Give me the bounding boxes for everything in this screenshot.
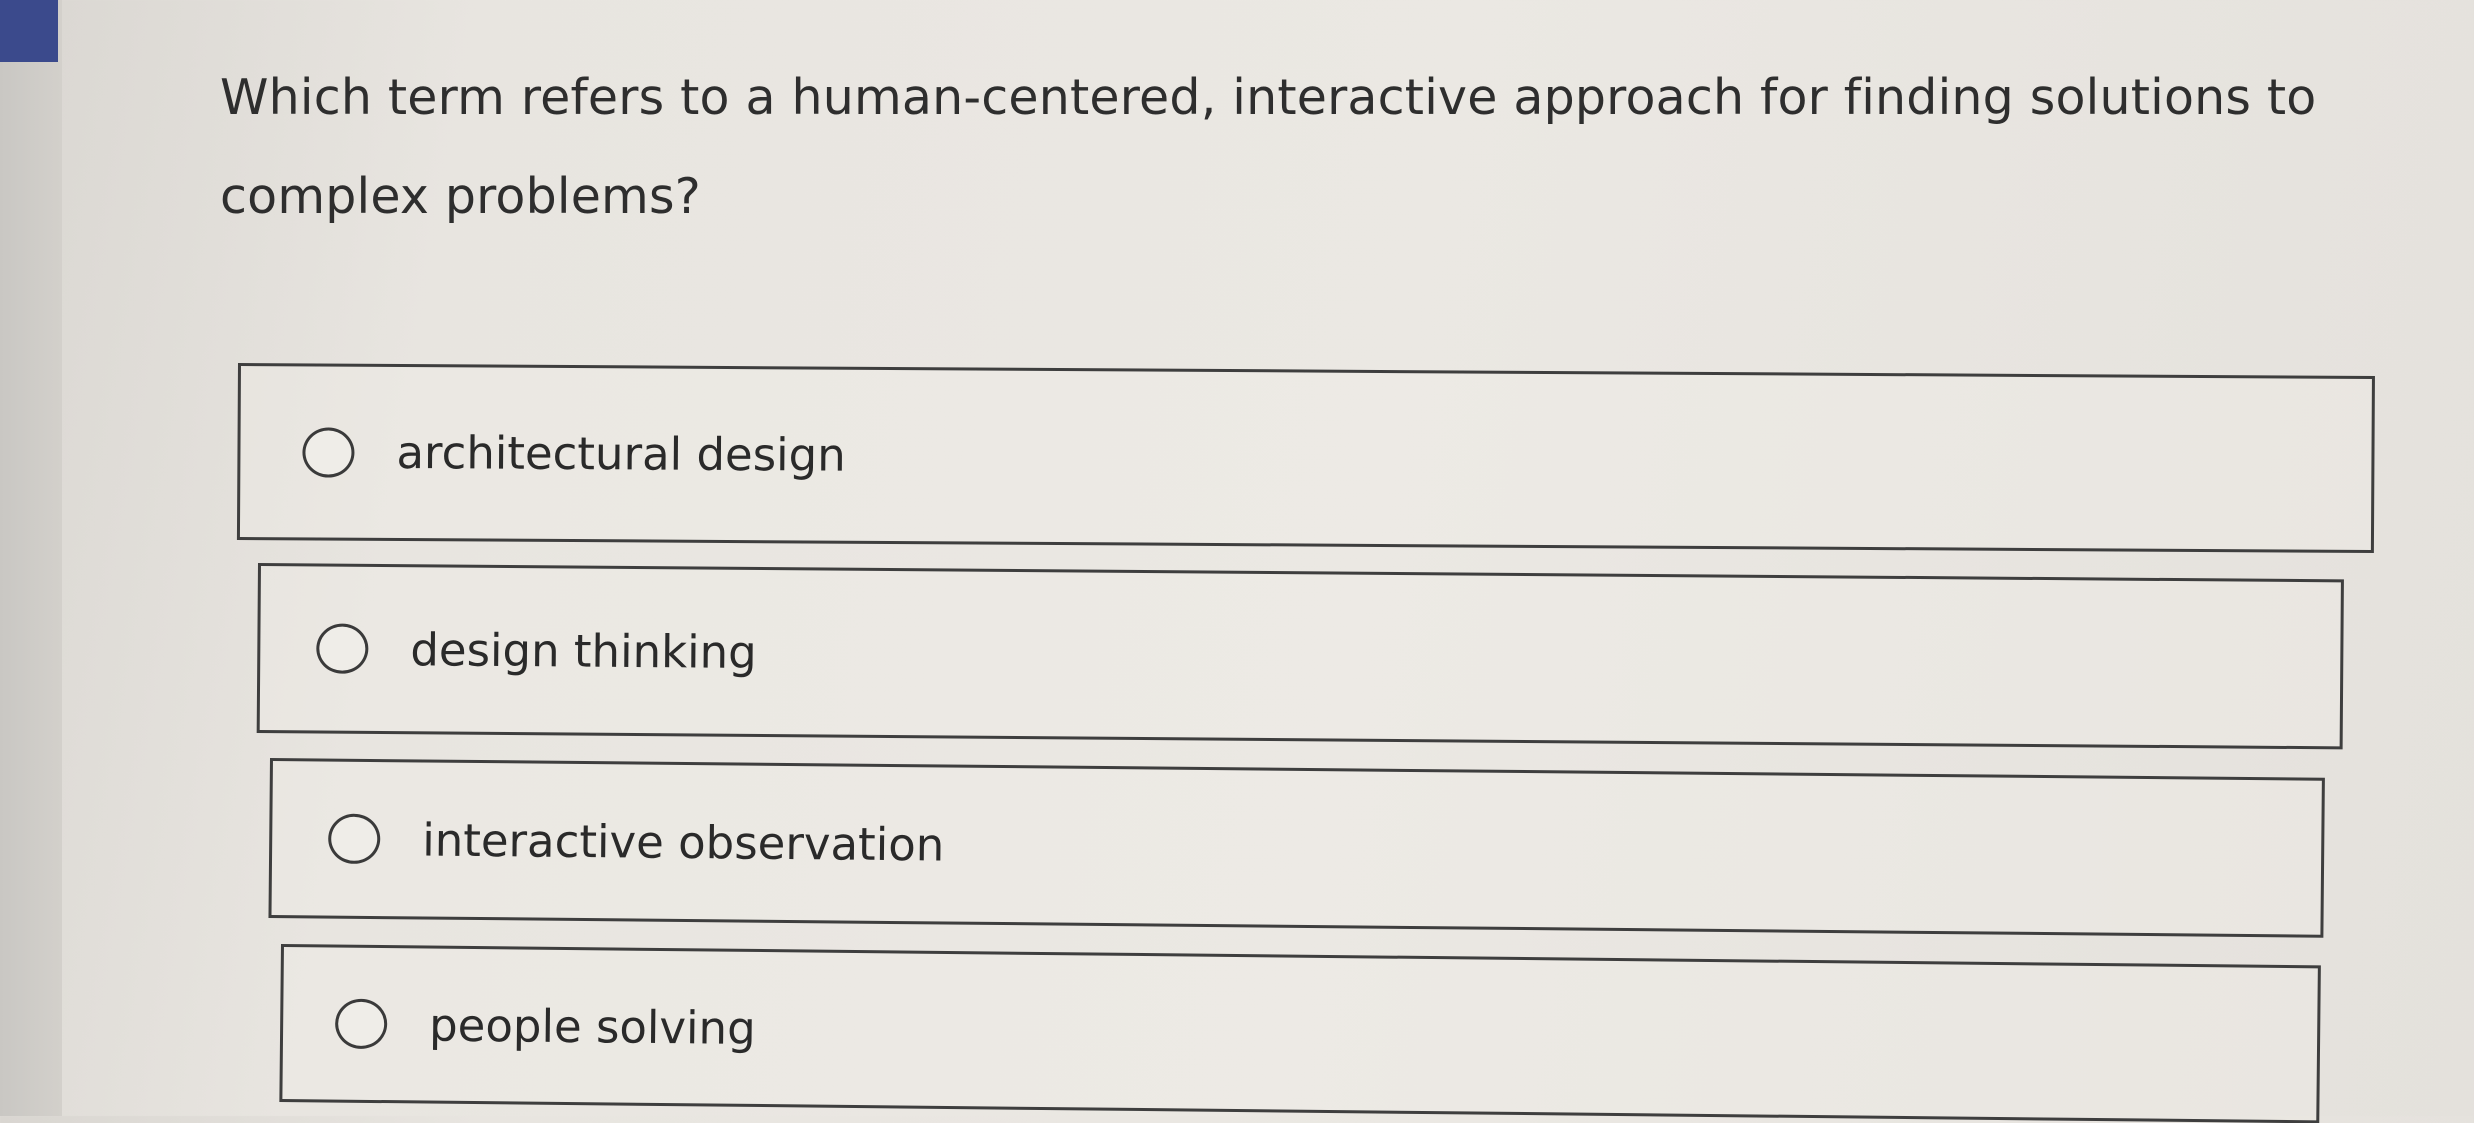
radio-button-icon[interactable]: [327, 813, 381, 865]
left-margin: [0, 0, 62, 1116]
answer-option-architectural-design[interactable]: architectural design: [236, 363, 2375, 554]
corner-accent-tab: [0, 0, 58, 62]
radio-button-icon[interactable]: [334, 998, 388, 1050]
radio-button-icon[interactable]: [316, 623, 369, 674]
answer-option-interactive-observation[interactable]: interactive observation: [268, 758, 2325, 938]
answer-option-people-solving[interactable]: people solving: [279, 944, 2321, 1123]
question-text: Which term refers to a human-centered, i…: [220, 69, 2317, 225]
answer-option-label: interactive observation: [421, 812, 945, 871]
radio-button-icon[interactable]: [302, 426, 355, 478]
answer-option-label: people solving: [428, 998, 756, 1055]
answer-option-design-thinking[interactable]: design thinking: [256, 563, 2344, 750]
answer-option-label: design thinking: [410, 622, 757, 679]
answer-option-label: architectural design: [396, 425, 846, 482]
